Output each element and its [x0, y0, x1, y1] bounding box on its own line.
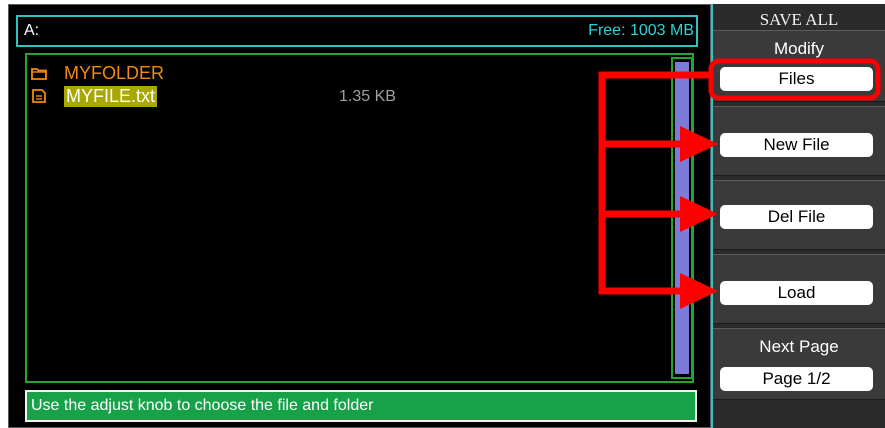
- list-item-file[interactable]: MYFILE.txt: [31, 85, 158, 107]
- file-name: MYFILE.txt: [64, 85, 158, 107]
- load-button[interactable]: Load: [720, 281, 873, 305]
- status-bar: Use the adjust knob to choose the file a…: [25, 390, 697, 422]
- del-file-button[interactable]: Del File: [720, 205, 873, 229]
- next-page-label: Next Page: [759, 337, 839, 356]
- list-item-folder[interactable]: MYFOLDER: [31, 63, 164, 83]
- side-menu: SAVE ALL Modify Files New File Del File …: [711, 4, 885, 428]
- menu-item-new-file[interactable]: New File: [713, 106, 885, 176]
- scrollbar[interactable]: [671, 57, 693, 379]
- file-size: 1.35 KB: [339, 88, 396, 105]
- files-button[interactable]: Files: [720, 67, 873, 91]
- menu-item-load[interactable]: Load: [713, 254, 885, 324]
- scrollbar-thumb[interactable]: [675, 62, 689, 374]
- current-path: A:: [24, 22, 40, 39]
- free-space-indicator: Free: 1003 MB: [588, 22, 694, 39]
- new-file-button[interactable]: New File: [720, 133, 873, 157]
- menu-item-next-page[interactable]: Next Page Page 1/2: [713, 328, 885, 400]
- menu-item-del-file[interactable]: Del File: [713, 180, 885, 250]
- path-bar: A: Free: 1003 MB: [16, 15, 698, 47]
- modify-label: Modify: [773, 39, 825, 58]
- text-file-icon: [31, 88, 47, 104]
- page-button[interactable]: Page 1/2: [720, 367, 873, 391]
- status-message: Use the adjust knob to choose the file a…: [31, 397, 374, 414]
- file-name: MYFOLDER: [64, 62, 165, 83]
- menu-title: SAVE ALL: [759, 10, 839, 29]
- folder-icon: [31, 65, 47, 81]
- menu-item-modify-files[interactable]: Modify Files: [713, 30, 885, 102]
